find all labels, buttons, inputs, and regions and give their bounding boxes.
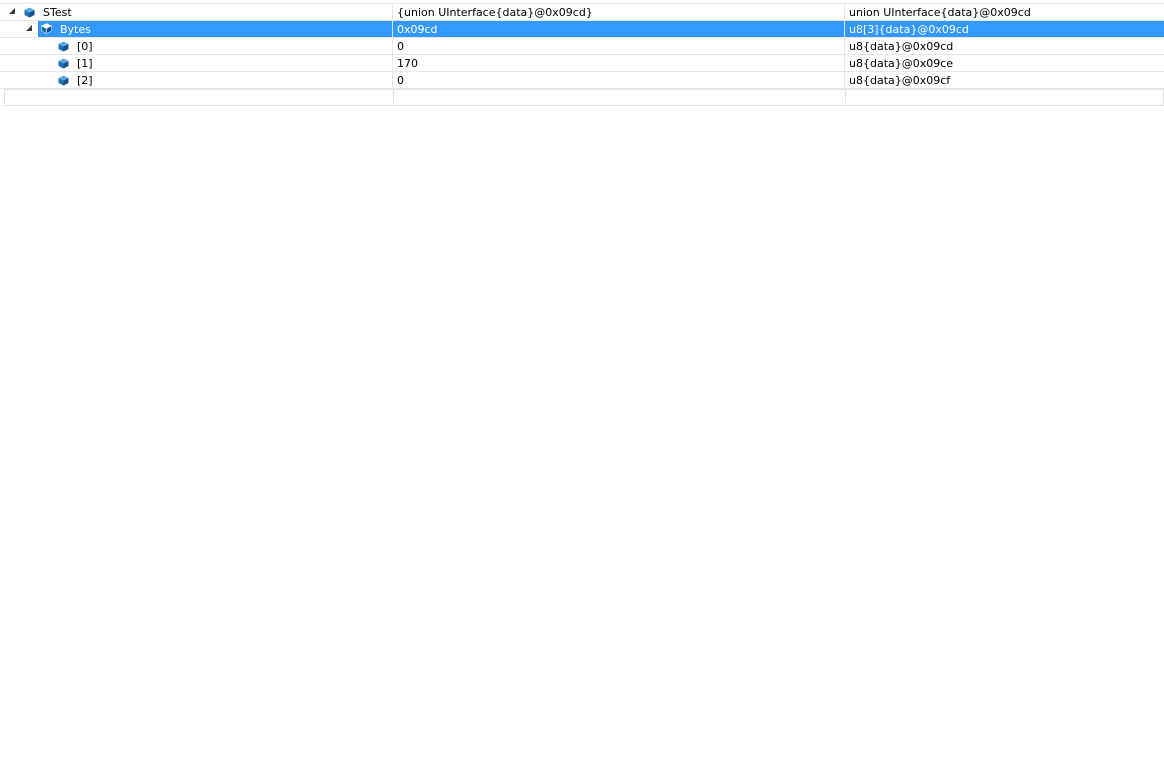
- value-cell[interactable]: 0x09cd: [392, 21, 844, 37]
- variable-type: u8[3]{data}@0x09cd: [849, 23, 969, 36]
- variable-name: STest: [43, 6, 72, 19]
- variable-value: 170: [397, 57, 418, 70]
- object-cube-icon: [58, 58, 69, 69]
- name-cell: Bytes: [0, 21, 392, 37]
- type-cell: u8{data}@0x09cd: [844, 38, 1164, 54]
- value-cell[interactable]: 0: [392, 72, 844, 88]
- variable-value: 0: [397, 40, 404, 53]
- object-cube-icon: [41, 23, 52, 34]
- variable-name: [0]: [77, 40, 93, 53]
- name-cell: STest: [0, 4, 392, 20]
- type-cell: u8[3]{data}@0x09cd: [844, 21, 1164, 37]
- type-cell: u8{data}@0x09cf: [844, 72, 1164, 88]
- collapse-triangle-icon[interactable]: [26, 25, 32, 31]
- value-cell[interactable]: 0: [392, 38, 844, 54]
- name-cell: [0]: [0, 38, 392, 54]
- variable-name: Bytes: [60, 23, 91, 36]
- object-cube-icon: [24, 7, 35, 18]
- collapse-triangle-icon[interactable]: [9, 8, 15, 14]
- object-cube-icon: [58, 41, 69, 52]
- watch-row-element-0[interactable]: [0] 0 u8{data}@0x09cd: [0, 38, 1164, 55]
- variable-name: [2]: [77, 74, 93, 87]
- watch-window: STest {union UInterface{data}@0x09cd} un…: [0, 0, 1164, 776]
- name-cell: [2]: [0, 72, 392, 88]
- variable-type: union UInterface{data}@0x09cd: [849, 6, 1031, 19]
- variable-value: 0x09cd: [397, 23, 438, 36]
- add-watch-row[interactable]: [4, 89, 1164, 106]
- watch-row-element-1[interactable]: [1] 170 u8{data}@0x09ce: [0, 55, 1164, 72]
- type-cell: union UInterface{data}@0x09cd: [844, 4, 1164, 20]
- watch-row-element-2[interactable]: [2] 0 u8{data}@0x09cf: [0, 72, 1164, 89]
- column-divider: [845, 90, 846, 105]
- object-cube-icon: [58, 75, 69, 86]
- variable-type: u8{data}@0x09cf: [849, 74, 951, 87]
- watch-row-stest[interactable]: STest {union UInterface{data}@0x09cd} un…: [0, 4, 1164, 21]
- variable-type: u8{data}@0x09ce: [849, 57, 954, 70]
- variable-value: 0: [397, 74, 404, 87]
- variable-value: {union UInterface{data}@0x09cd}: [397, 6, 593, 19]
- value-cell[interactable]: 170: [392, 55, 844, 71]
- type-cell: u8{data}@0x09ce: [844, 55, 1164, 71]
- name-cell: [1]: [0, 55, 392, 71]
- variable-type: u8{data}@0x09cd: [849, 40, 954, 53]
- value-cell[interactable]: {union UInterface{data}@0x09cd}: [392, 4, 844, 20]
- watch-row-bytes[interactable]: Bytes 0x09cd u8[3]{data}@0x09cd: [0, 21, 1164, 38]
- variable-name: [1]: [77, 57, 93, 70]
- column-divider: [393, 90, 394, 105]
- selection-highlight: [38, 21, 392, 37]
